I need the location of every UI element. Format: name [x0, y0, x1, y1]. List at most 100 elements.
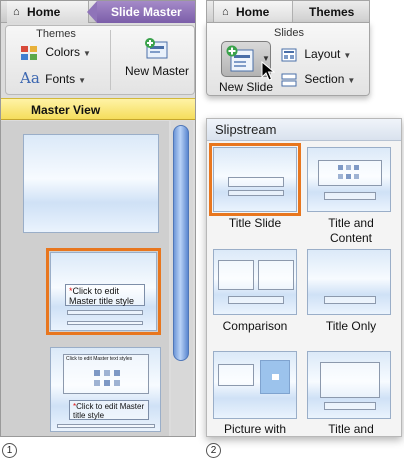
section-icon — [281, 73, 297, 87]
colors-icon — [21, 46, 37, 60]
title-placeholder — [228, 177, 284, 187]
content-icon — [104, 370, 110, 376]
layout-name-line: Title and — [328, 216, 374, 230]
section-button[interactable]: Section ▼ — [281, 72, 355, 87]
title-layout-thumbnail[interactable]: *Click to edit Master title style — [50, 252, 157, 331]
content-icon — [338, 174, 343, 179]
content-layout-thumbnail[interactable]: Click to edit Master text styles *Click … — [50, 347, 161, 432]
layout-name-line: Comparison — [222, 319, 288, 333]
content-icon — [354, 165, 359, 170]
chevron-down-icon: ▼ — [347, 76, 356, 85]
body-placeholder-text: Click to edit Master text styles — [66, 356, 133, 362]
title-placeholder-text: Click to edit Master title style — [73, 402, 145, 420]
fonts-button[interactable]: Aa Fonts ▼ — [20, 69, 86, 87]
content-icon — [346, 174, 351, 179]
content-icon — [94, 380, 100, 386]
callout-number: 2 — [206, 443, 221, 458]
content-placeholder-right — [258, 260, 294, 290]
content-placeholder — [320, 362, 380, 398]
title-placeholder: *Click to edit Master title style — [65, 284, 145, 306]
title-placeholder — [324, 192, 376, 200]
subtitle-placeholder — [228, 190, 284, 196]
new-slide-label: New Slide — [218, 80, 274, 94]
layout-name-line: Title Only — [325, 319, 377, 333]
tab-themes[interactable]: Themes — [305, 1, 367, 23]
layout-name: Title Only — [303, 319, 399, 334]
new-slide-panel: ⌂ Home Themes Slides ▼ New Slide Layout ▼ — [206, 0, 402, 437]
section-label: Section — [304, 72, 345, 86]
layout-button[interactable]: Layout ▼ — [281, 47, 351, 62]
subtitle-placeholder — [67, 310, 143, 315]
fonts-label: Fonts — [45, 72, 76, 86]
slide-thumbnail-pane: *Click to edit Master title style Click … — [1, 121, 169, 436]
group-divider — [110, 30, 111, 90]
ribbon-slides-group: Slides ▼ New Slide Layout ▼ Section ▼ — [206, 22, 370, 96]
layout-name-line: Title Slide — [228, 216, 282, 230]
ribbon-tab-bar: ⌂ Home Slide Master — [1, 1, 195, 23]
ribbon-themes-group: Themes Colors ▼ Aa Fonts ▼ New Master — [5, 25, 195, 95]
home-icon: ⌂ — [222, 6, 229, 18]
title-placeholder — [324, 296, 376, 304]
content-icon — [94, 370, 100, 376]
footer-placeholders — [67, 321, 143, 325]
tab-slide-master-label: Slide Master — [111, 5, 182, 19]
layout-gallery: Slipstream Title Slide Title and Content — [206, 118, 402, 437]
layout-thumbnail-comparison[interactable] — [213, 249, 297, 315]
colors-button[interactable]: Colors ▼ — [20, 45, 91, 61]
tab-slide-master[interactable]: Slide Master — [87, 1, 195, 23]
new-master-label: New Master — [124, 64, 189, 78]
new-master-button[interactable]: New Master — [118, 38, 195, 78]
layout-thumbnail-title-and-content[interactable] — [307, 147, 391, 212]
layout-thumbnail-title-slide[interactable] — [213, 147, 297, 212]
layout-name-line: Picture with — [223, 422, 287, 436]
chevron-down-icon: ▼ — [78, 76, 87, 85]
group-title-themes: Themes — [36, 28, 76, 40]
title-placeholder-text: Click to edit Master title style — [69, 286, 135, 306]
chevron-down-icon: ▼ — [343, 51, 352, 60]
layout-thumbnail-picture-with-caption[interactable] — [213, 351, 297, 419]
picture-placeholder — [260, 360, 290, 394]
gallery-title: Slipstream — [207, 119, 401, 141]
content-icon — [346, 165, 351, 170]
layout-name: Title and Content — [303, 216, 399, 246]
tab-themes-label: Themes — [309, 5, 355, 19]
callout-number: 1 — [2, 443, 17, 458]
home-icon: ⌂ — [13, 6, 20, 18]
tab-home[interactable]: ⌂ Home — [213, 1, 293, 23]
layout-name-line: Title and — [328, 422, 374, 436]
layout-name: Title and — [303, 422, 399, 436]
content-placeholder — [318, 160, 382, 186]
group-title-slides: Slides — [274, 27, 304, 39]
slide-master-panel: ⌂ Home Slide Master Themes Colors ▼ Aa Fo… — [0, 0, 196, 437]
tab-home[interactable]: ⌂ Home — [7, 1, 89, 23]
new-master-icon — [145, 38, 168, 59]
title-placeholder — [324, 402, 376, 410]
caption-placeholder — [218, 364, 254, 386]
layout-icon — [281, 48, 297, 62]
master-view-bar: Master View — [1, 98, 195, 120]
new-slide-icon — [226, 45, 254, 72]
thumbnail-scrollbar-thumb[interactable] — [173, 125, 189, 361]
content-icon — [114, 380, 120, 386]
layout-thumbnail-title-and-vertical-text[interactable] — [307, 351, 391, 419]
mouse-cursor-icon — [261, 61, 275, 81]
layout-name-line: Content — [329, 231, 373, 245]
tab-home-label: Home — [27, 5, 61, 19]
title-placeholder — [228, 296, 284, 304]
content-icon — [114, 370, 120, 376]
layout-thumbnail-title-only[interactable] — [307, 249, 391, 315]
layout-name: Title Slide — [207, 216, 303, 231]
content-placeholder-left — [218, 260, 254, 290]
layout-name: Picture with — [207, 422, 303, 436]
body-placeholder: Click to edit Master text styles — [63, 354, 149, 394]
master-slide-thumbnail[interactable] — [23, 134, 159, 233]
layout-label: Layout — [304, 47, 341, 61]
fonts-icon: Aa — [20, 69, 40, 87]
tab-home-label: Home — [236, 5, 270, 19]
title-placeholder: *Click to edit Master title style — [69, 400, 149, 420]
colors-label: Colors — [45, 45, 81, 60]
picture-icon — [272, 374, 279, 380]
content-icon — [104, 380, 110, 386]
ribbon-tab-bar: ⌂ Home Themes — [206, 0, 370, 23]
footer-placeholders — [57, 424, 155, 428]
